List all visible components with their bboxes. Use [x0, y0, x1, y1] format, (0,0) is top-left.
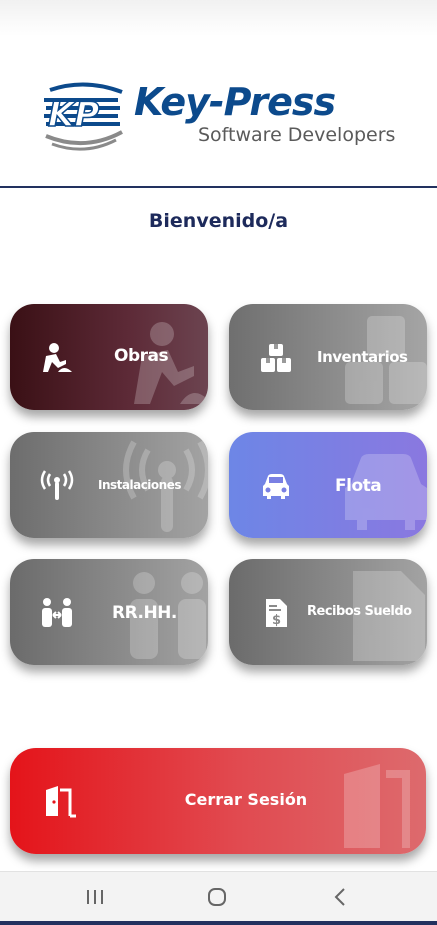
back-icon[interactable]	[326, 884, 356, 910]
receipt-watermark-icon	[353, 571, 425, 661]
brand-tagline: Software Developers	[198, 124, 396, 146]
tile-inventarios[interactable]: Inventarios	[229, 304, 427, 410]
header-divider	[0, 186, 437, 188]
welcome-heading: Bienvenido/a	[148, 210, 289, 232]
tile-flota[interactable]: Flota	[229, 432, 427, 538]
bottom-divider	[0, 921, 437, 925]
home-icon[interactable]	[202, 884, 232, 910]
receipt-dollar-icon: $	[266, 599, 287, 628]
antenna-watermark-icon	[123, 440, 208, 532]
car-icon	[263, 474, 289, 499]
boxes-watermark-icon	[345, 316, 427, 404]
door-exit-watermark-icon	[344, 764, 410, 848]
logout-button[interactable]: Cerrar Sesión	[10, 748, 426, 854]
construction-worker-icon	[43, 343, 72, 372]
people-watermark-icon	[130, 572, 206, 659]
brand-logo: KP Key-Press Software Developers	[40, 80, 400, 156]
tile-recibos-sueldo[interactable]: $ Recibos Sueldo	[229, 559, 427, 665]
tile-instalaciones[interactable]: Instalaciones	[10, 432, 208, 538]
recents-icon[interactable]	[80, 884, 110, 910]
logo-mark-text: KP	[48, 95, 99, 135]
car-watermark-icon	[345, 454, 427, 530]
boxes-icon	[261, 344, 291, 372]
status-bar	[0, 0, 437, 36]
construction-worker-watermark-icon	[134, 322, 208, 404]
system-navigation-bar	[0, 871, 437, 921]
key-press-logo-mark: KP	[44, 82, 123, 151]
tile-rrhh[interactable]: RR.HH.	[10, 559, 208, 665]
tile-obras[interactable]: Obras	[10, 304, 208, 410]
svg-text:$: $	[272, 613, 281, 628]
antenna-signal-icon	[40, 470, 74, 500]
brand-name: Key-Press	[134, 80, 336, 124]
people-exchange-icon	[42, 598, 72, 627]
